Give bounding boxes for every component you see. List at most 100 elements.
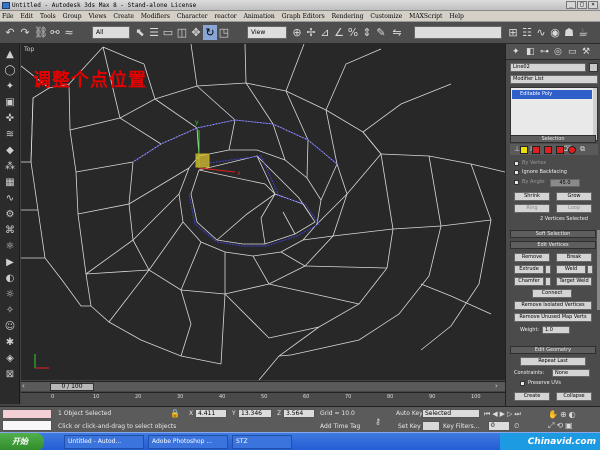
select-by-name-icon[interactable]: ☰	[147, 25, 161, 40]
key-icon[interactable]: ⚷	[375, 417, 391, 426]
collapse-button[interactable]: Collapse	[556, 392, 592, 401]
tab-modifiers-icon[interactable]: ⌘	[3, 224, 17, 237]
angle-spinner[interactable]: 45.0	[550, 179, 580, 187]
modify-tab-icon[interactable]: ◧	[526, 47, 535, 57]
modifier-list-dropdown[interactable]: Modifier List	[510, 75, 598, 84]
weight-spinner[interactable]: 1.0	[542, 326, 570, 334]
modifier-stack[interactable]: Editable Poly	[510, 87, 598, 141]
tab-utilities-icon[interactable]: ✧	[3, 304, 17, 317]
angle-snap-icon[interactable]: ∠	[332, 25, 346, 40]
by-vertex-checkbox[interactable]	[514, 161, 519, 166]
menu-customize[interactable]: Customize	[370, 13, 402, 20]
percent-snap-icon[interactable]: %	[346, 25, 360, 40]
ring-button[interactable]: Ring	[514, 204, 550, 213]
region-select-icon[interactable]: ▭	[161, 25, 175, 40]
select-rotate-icon[interactable]: ↻	[203, 25, 217, 40]
extrude-button[interactable]: Extrude	[514, 265, 544, 274]
ignore-backfacing-checkbox[interactable]	[514, 170, 519, 175]
object-name-field[interactable]: Line02	[510, 63, 586, 72]
undo-icon[interactable]: ↶	[3, 25, 17, 40]
target-weld-button[interactable]: Target Weld	[556, 277, 592, 286]
spinner-snap-icon[interactable]: ⇕	[360, 25, 374, 40]
stack-item-editable-poly[interactable]: Editable Poly	[512, 90, 592, 99]
constraints-dropdown[interactable]: None	[552, 369, 590, 377]
by-angle-checkbox[interactable]	[514, 180, 519, 185]
remove-isolated-vertices-button[interactable]: Remove Isolated Vertices	[514, 301, 592, 310]
layer-manager-icon[interactable]: ☷	[520, 25, 534, 40]
time-config-icon[interactable]: ⏲	[514, 421, 544, 431]
menu-character[interactable]: Character	[177, 13, 208, 20]
grow-button[interactable]: Grow	[556, 192, 592, 201]
edit-geometry-rollout-header[interactable]: Edit Geometry	[510, 346, 596, 354]
taskbar-item-photoshop[interactable]: Adobe Photoshop ...	[148, 435, 228, 449]
manipulate-icon[interactable]: ✢	[304, 25, 318, 40]
time-slider-thumb[interactable]: 0 / 100	[50, 383, 94, 391]
add-time-tag[interactable]: Add Time Tag	[320, 423, 360, 431]
tab-reactor-icon[interactable]: ⚛	[3, 240, 17, 253]
viewport-navigation-controls[interactable]: ✋⊕◐ ⤢⟲▣	[548, 409, 598, 431]
material-editor-icon[interactable]: ◉	[548, 25, 562, 40]
extrude-settings-button[interactable]	[545, 265, 551, 274]
tab-materials-icon[interactable]: ◐	[3, 272, 17, 285]
taskbar-item-folder[interactable]: STZ	[232, 435, 292, 449]
snap-toggle-icon[interactable]: ⊿	[318, 25, 332, 40]
tab-extra-icon[interactable]: ◈	[3, 352, 17, 365]
redo-icon[interactable]: ↷	[18, 25, 32, 40]
x-coordinate-field[interactable]: 4.411	[195, 409, 227, 418]
stack-scrollbar[interactable]	[593, 88, 597, 140]
tab-particles-icon[interactable]: ⁂	[3, 160, 17, 173]
select-link-icon[interactable]: ⛓	[34, 25, 48, 40]
auto-key-button[interactable]: Auto Key	[396, 410, 423, 418]
chamfer-settings-button[interactable]	[545, 277, 551, 286]
motion-tab-icon[interactable]: ◎	[554, 47, 562, 57]
repeat-last-button[interactable]: Repeat Last	[520, 357, 586, 366]
render-scene-icon[interactable]: ☗	[562, 25, 576, 40]
element-mode-icon[interactable]	[568, 146, 576, 154]
key-mode-dropdown[interactable]: Selected	[422, 409, 480, 418]
tab-animation-icon[interactable]: ▶	[3, 256, 17, 269]
time-slider[interactable]: ‹ 0 / 100 ›	[21, 381, 505, 391]
edge-mode-icon[interactable]	[532, 146, 540, 154]
tab-character-icon[interactable]: ☺	[3, 320, 17, 333]
tab-patch-icon[interactable]: ▦	[3, 176, 17, 189]
utilities-tab-icon[interactable]: ⚒	[582, 47, 590, 57]
shrink-button[interactable]: Shrink	[514, 192, 550, 201]
selection-filter-dropdown[interactable]: All	[92, 26, 130, 39]
polygon-mode-icon[interactable]	[556, 146, 564, 154]
select-scale-icon[interactable]: ◳	[217, 25, 231, 40]
hierarchy-tab-icon[interactable]: ⊶	[540, 47, 549, 57]
edit-vertices-rollout-header[interactable]: Edit Vertices	[510, 241, 596, 249]
align-icon[interactable]: ⊞	[506, 25, 520, 40]
set-key-button[interactable]: Set Key	[398, 423, 421, 431]
menu-group[interactable]: Group	[63, 13, 82, 20]
start-button[interactable]: 开始	[0, 433, 44, 450]
minimize-button[interactable]: _	[566, 1, 576, 9]
soft-selection-rollout-header[interactable]: Soft Selection	[510, 230, 596, 238]
create-tab-icon[interactable]: ✦	[512, 47, 520, 57]
curve-editor-icon[interactable]: ∿	[534, 25, 548, 40]
lock-selection-icon[interactable]: 🔒	[170, 409, 180, 418]
weld-button[interactable]: Weld	[556, 265, 586, 274]
named-selection-sets-dropdown[interactable]	[414, 26, 502, 39]
maxscript-input[interactable]	[2, 420, 52, 431]
tab-script-icon[interactable]: ✱	[3, 336, 17, 349]
tab-shapes-icon[interactable]: ◯	[3, 64, 17, 77]
menu-tools[interactable]: Tools	[40, 13, 56, 20]
preserve-uvs-checkbox[interactable]	[520, 381, 525, 386]
y-coordinate-field[interactable]: 13.346	[238, 409, 272, 418]
menu-modifiers[interactable]: Modifiers	[141, 13, 170, 20]
tab-dynamics-icon[interactable]: ⚙	[3, 208, 17, 221]
window-crossing-icon[interactable]: ◫	[175, 25, 189, 40]
playback-controls[interactable]: ⏮◀▶▷⏭	[484, 409, 544, 419]
tab-objects-icon[interactable]: ▲	[3, 48, 17, 61]
configure-sets-icon[interactable]: ⧉	[580, 145, 585, 154]
selection-rollout-header[interactable]: Selection	[510, 135, 596, 143]
maxscript-listener[interactable]	[2, 409, 52, 419]
menu-maxscript[interactable]: MAXScript	[409, 13, 442, 20]
connect-button[interactable]: Connect	[532, 289, 572, 298]
tab-helpers-icon[interactable]: ✜	[3, 112, 17, 125]
bind-space-warp-icon[interactable]: ≈	[62, 25, 76, 40]
tab-spacewarps-icon[interactable]: ≋	[3, 128, 17, 141]
tab-compounds-icon[interactable]: ◆	[3, 144, 17, 157]
menu-rendering[interactable]: Rendering	[332, 13, 364, 20]
